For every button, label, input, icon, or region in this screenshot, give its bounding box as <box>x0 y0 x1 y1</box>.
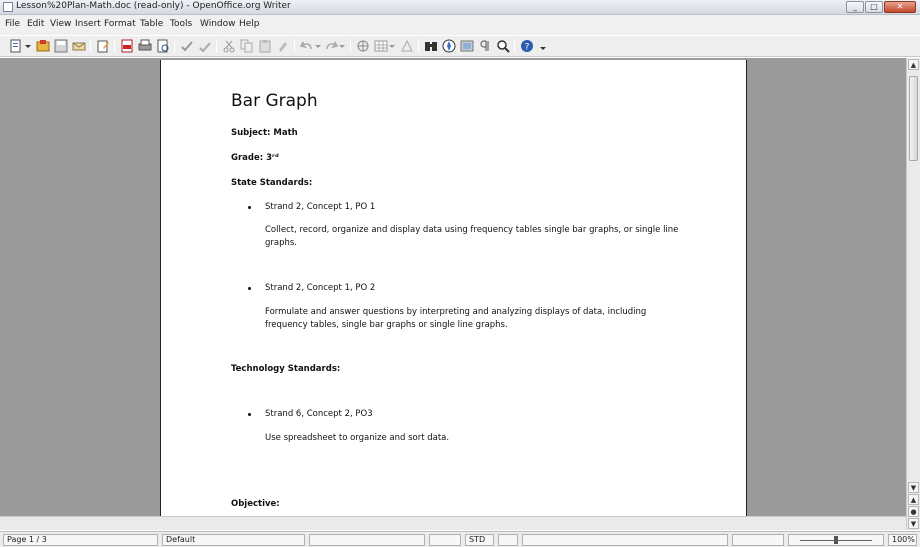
format-paintbrush-icon[interactable] <box>276 39 290 53</box>
print-icon[interactable] <box>138 39 152 53</box>
menu-bar: File Edit View Insert Format Table Tools… <box>0 15 920 35</box>
toolbar-separator <box>174 39 175 53</box>
document-signature-status <box>522 534 728 546</box>
menu-view[interactable]: View <box>50 19 71 29</box>
toolbar-separator <box>294 39 295 53</box>
toolbar-separator <box>514 39 515 53</box>
help-icon[interactable]: ? <box>520 39 534 53</box>
view-layout-status[interactable] <box>732 534 784 546</box>
export-pdf-icon[interactable] <box>120 39 134 53</box>
technology-standards-heading: Technology Standards: <box>231 364 341 374</box>
blank-status <box>429 534 461 546</box>
toolbar-separator <box>90 39 91 53</box>
bullet-marker <box>248 287 251 290</box>
menu-edit[interactable]: Edit <box>27 19 44 29</box>
zoom-slider-knob[interactable] <box>834 536 838 544</box>
standard-heading: Strand 6, Concept 2, PO3 <box>265 409 373 419</box>
standard-heading: Strand 2, Concept 1, PO 1 <box>265 202 376 212</box>
paste-icon[interactable] <box>258 39 272 53</box>
svg-text:?: ? <box>525 43 530 53</box>
page-style-status[interactable]: Default <box>162 534 305 546</box>
document-page[interactable]: Bar Graph Subject: Math Grade: 3ʳᵈ State… <box>160 60 747 516</box>
spellcheck-icon[interactable] <box>180 39 194 53</box>
undo-icon[interactable] <box>300 39 314 53</box>
new-icon[interactable] <box>9 39 23 53</box>
standard-description: Formulate and answer questions by interp… <box>265 307 647 330</box>
app-icon <box>3 2 13 12</box>
objective-heading: Objective: <box>231 499 280 509</box>
mail-icon[interactable] <box>72 39 86 53</box>
vertical-scrollbar[interactable]: ▲ ▼ ▲ ● ▼ <box>906 58 920 530</box>
nonprinting-chars-icon[interactable] <box>478 39 492 53</box>
previous-page-icon[interactable]: ▲ <box>908 494 919 505</box>
state-standards-heading: State Standards: <box>231 178 313 188</box>
status-bar: Page 1 / 3 Default STD 100% <box>0 531 920 547</box>
table-dropdown-icon[interactable] <box>388 39 396 53</box>
redo-dropdown-icon[interactable] <box>338 39 346 53</box>
standard-heading: Strand 2, Concept 1, PO 2 <box>265 283 376 293</box>
hyperlink-icon[interactable] <box>356 39 370 53</box>
zoom-level-status[interactable]: 100% <box>888 534 917 546</box>
navigator-icon[interactable] <box>442 39 456 53</box>
standard-description: Use spreadsheet to organize and sort dat… <box>265 433 450 443</box>
maximize-button[interactable]: □ <box>865 1 883 13</box>
menu-format[interactable]: Format <box>104 19 136 29</box>
scroll-down-icon[interactable]: ▼ <box>908 482 919 493</box>
cut-icon[interactable] <box>222 39 236 53</box>
zoom-icon[interactable] <box>496 39 510 53</box>
document-heading: Bar Graph <box>231 91 318 111</box>
standard-description: Collect, record, organize and display da… <box>265 225 679 248</box>
next-page-icon[interactable]: ▼ <box>908 518 919 529</box>
scroll-up-icon[interactable]: ▲ <box>908 59 919 70</box>
redo-icon[interactable] <box>324 39 338 53</box>
autospell-icon[interactable] <box>198 39 212 53</box>
undo-dropdown-icon[interactable] <box>314 39 322 53</box>
subject-line: Subject: Math <box>231 128 298 138</box>
window-title: Lesson%20Plan-Math.doc (read-only) - Ope… <box>16 1 291 11</box>
copy-icon[interactable] <box>240 39 254 53</box>
language-status <box>309 534 425 546</box>
minimize-button[interactable]: _ <box>846 1 864 13</box>
print-preview-icon[interactable] <box>156 39 170 53</box>
toolbar-overflow-icon[interactable] <box>539 39 547 53</box>
menu-help[interactable]: Help <box>239 19 260 29</box>
navigation-icon[interactable]: ● <box>908 506 919 517</box>
table-icon[interactable] <box>374 39 388 53</box>
toolbar-separator <box>350 39 351 53</box>
find-replace-icon[interactable] <box>424 39 438 53</box>
menu-window[interactable]: Window <box>200 19 236 29</box>
bullet-marker <box>248 206 251 209</box>
bullet-marker <box>248 413 251 416</box>
grade-line: Grade: 3ʳᵈ <box>231 153 279 163</box>
selection-mode-status[interactable] <box>498 534 518 546</box>
menu-file[interactable]: File <box>5 19 20 29</box>
save-icon[interactable] <box>54 39 68 53</box>
menu-insert[interactable]: Insert <box>75 19 101 29</box>
page-number-status[interactable]: Page 1 / 3 <box>3 534 158 546</box>
document-workspace: Bar Graph Subject: Math Grade: 3ʳᵈ State… <box>0 58 906 516</box>
toolbar-separator <box>114 39 115 53</box>
toolbar-separator <box>216 39 217 53</box>
close-button[interactable]: ✕ <box>884 1 916 13</box>
new-dropdown-icon[interactable] <box>24 39 32 53</box>
scrollbar-thumb[interactable] <box>909 76 918 161</box>
menu-table[interactable]: Table <box>140 19 163 29</box>
open-icon[interactable] <box>36 39 50 53</box>
toolbar-separator <box>418 39 419 53</box>
standard-toolbar: ? <box>0 35 920 57</box>
horizontal-scroll-area <box>0 516 906 530</box>
edit-file-icon[interactable] <box>96 39 110 53</box>
menu-tools[interactable]: Tools <box>170 19 192 29</box>
window-titlebar: Lesson%20Plan-Math.doc (read-only) - Ope… <box>0 0 920 15</box>
draw-functions-icon[interactable] <box>400 39 414 53</box>
gallery-icon[interactable] <box>460 39 474 53</box>
insert-mode-status[interactable]: STD <box>465 534 494 546</box>
